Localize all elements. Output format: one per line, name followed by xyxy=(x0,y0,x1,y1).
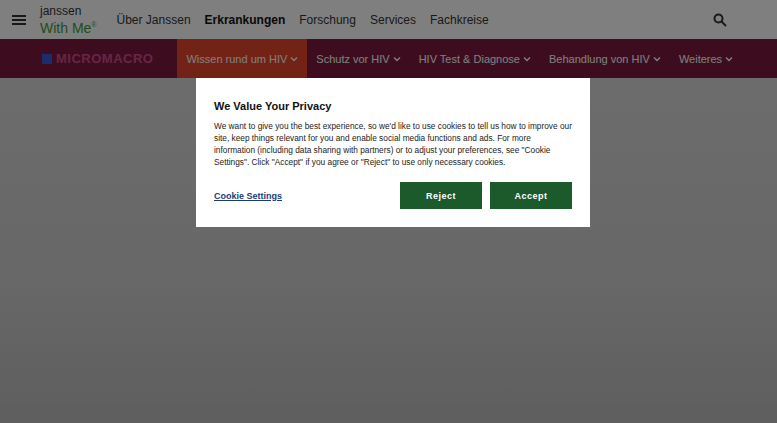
dialog-actions: Cookie Settings Reject Accept xyxy=(214,182,572,209)
modal-overlay: We Value Your Privacy We want to give you… xyxy=(0,0,777,423)
page: janssenWith Me®Über JanssenErkrankungenF… xyxy=(0,0,777,423)
dialog-body: We want to give you the best experience,… xyxy=(214,120,572,168)
dialog-button[interactable]: Accept xyxy=(490,182,572,209)
cookie-dialog: We Value Your Privacy We want to give you… xyxy=(196,78,590,227)
dialog-title: We Value Your Privacy xyxy=(214,100,572,112)
dialog-button[interactable]: Reject xyxy=(400,182,482,209)
cookie-settings-link[interactable]: Cookie Settings xyxy=(214,191,392,201)
